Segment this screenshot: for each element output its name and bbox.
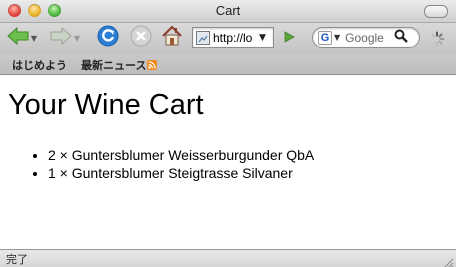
cart-item: 1 × Guntersblumer Steigtrasse Silvaner xyxy=(48,164,314,182)
stop-icon xyxy=(130,25,152,51)
back-button[interactable]: ▼ xyxy=(4,26,40,50)
status-bar: 完了 xyxy=(0,249,456,267)
play-arrow-icon xyxy=(282,29,296,48)
address-input[interactable]: http://lo xyxy=(213,31,257,45)
chevron-down-icon[interactable]: ▼ xyxy=(334,33,340,42)
forward-button[interactable]: ▼ xyxy=(47,26,83,50)
bookmark-getting-started[interactable]: はじめよう xyxy=(12,57,67,73)
browser-window: Cart ▼ ▼ http://lo ▼ G ▼ Google はじめよう 最新… xyxy=(0,0,456,267)
page-favicon-icon xyxy=(196,30,210,45)
back-arrow-icon xyxy=(7,26,29,49)
chevron-down-icon[interactable]: ▼ xyxy=(259,33,266,43)
forward-arrow-icon xyxy=(50,26,72,49)
title-bar[interactable]: Cart xyxy=(0,0,456,23)
cart-item-list: 2 × Guntersblumer Weisserburgunder QbA 1… xyxy=(10,146,314,182)
page-heading: Your Wine Cart xyxy=(8,89,204,121)
rss-icon xyxy=(147,60,158,70)
address-bar[interactable]: http://lo ▼ xyxy=(192,27,274,48)
home-button[interactable] xyxy=(160,25,184,51)
reload-button[interactable] xyxy=(96,25,120,51)
bookmarks-toolbar: はじめよう 最新ニュース xyxy=(0,54,456,75)
search-input[interactable]: Google xyxy=(345,31,391,45)
go-button[interactable] xyxy=(280,29,298,47)
resize-grip-icon[interactable] xyxy=(443,254,454,267)
page-content: Your Wine Cart 2 × Guntersblumer Weisser… xyxy=(0,75,456,249)
home-icon xyxy=(161,25,183,51)
chevron-down-icon: ▼ xyxy=(30,33,38,43)
bookmark-latest-news[interactable]: 最新ニュース xyxy=(81,57,158,73)
search-bar[interactable]: G ▼ Google xyxy=(312,27,420,48)
navigation-toolbar: ▼ ▼ http://lo ▼ G ▼ Google xyxy=(0,23,456,54)
chevron-down-icon: ▼ xyxy=(73,33,81,43)
reload-icon xyxy=(97,25,119,51)
stop-button[interactable] xyxy=(129,25,153,51)
window-title: Cart xyxy=(215,3,241,18)
bookmark-label: 最新ニュース xyxy=(81,59,147,72)
loading-spinner-icon xyxy=(429,31,445,47)
search-engine-icon[interactable]: G xyxy=(318,30,332,45)
search-icon[interactable] xyxy=(394,28,409,47)
cart-item: 2 × Guntersblumer Weisserburgunder QbA xyxy=(48,146,314,164)
status-text: 完了 xyxy=(6,253,28,266)
toolbar-toggle-button[interactable] xyxy=(424,5,448,18)
